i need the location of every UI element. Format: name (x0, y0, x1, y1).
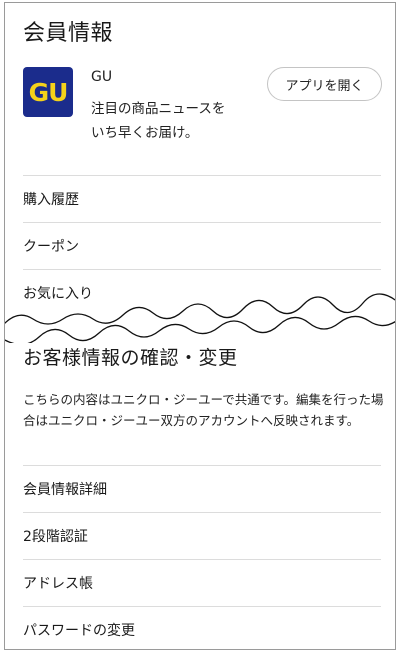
app-description-line-2: いち早くお届け。 (91, 125, 199, 141)
app-description-line-1: 注目の商品ニュースを (91, 101, 226, 117)
account-menu: 会員情報詳細 2段階認証 アドレス帳 パスワードの変更 (23, 465, 381, 649)
menu-item-coupons[interactable]: クーポン (23, 222, 381, 269)
app-promo: GU GU 注目の商品ニュースを いち早くお届け。 アプリを開く (5, 63, 395, 173)
menu-item-member-details[interactable]: 会員情報詳細 (23, 465, 381, 512)
app-name: GU (91, 69, 113, 85)
page-title: 会員情報 (23, 21, 114, 46)
app-description: 注目の商品ニュースを いち早くお届け。 (91, 97, 261, 145)
menu-item-purchase-history[interactable]: 購入履歴 (23, 175, 381, 222)
gu-logo-text: GU (28, 77, 69, 107)
open-app-button[interactable]: アプリを開く (267, 67, 382, 101)
gu-app-icon: GU (23, 67, 73, 117)
menu-item-two-step-auth[interactable]: 2段階認証 (23, 512, 381, 559)
menu-item-address-book[interactable]: アドレス帳 (23, 559, 381, 606)
wavy-divider (5, 293, 395, 343)
menu-item-change-password[interactable]: パスワードの変更 (23, 606, 381, 649)
screen-frame: 会員情報 GU GU 注目の商品ニュースを いち早くお届け。 アプリを開く 購入… (4, 2, 396, 650)
section-description: こちらの内容はユニクロ・ジーユーで共通です。編集を行った場合はユニクロ・ジーユー… (23, 392, 384, 428)
section-title: お客様情報の確認・変更 (23, 347, 238, 369)
